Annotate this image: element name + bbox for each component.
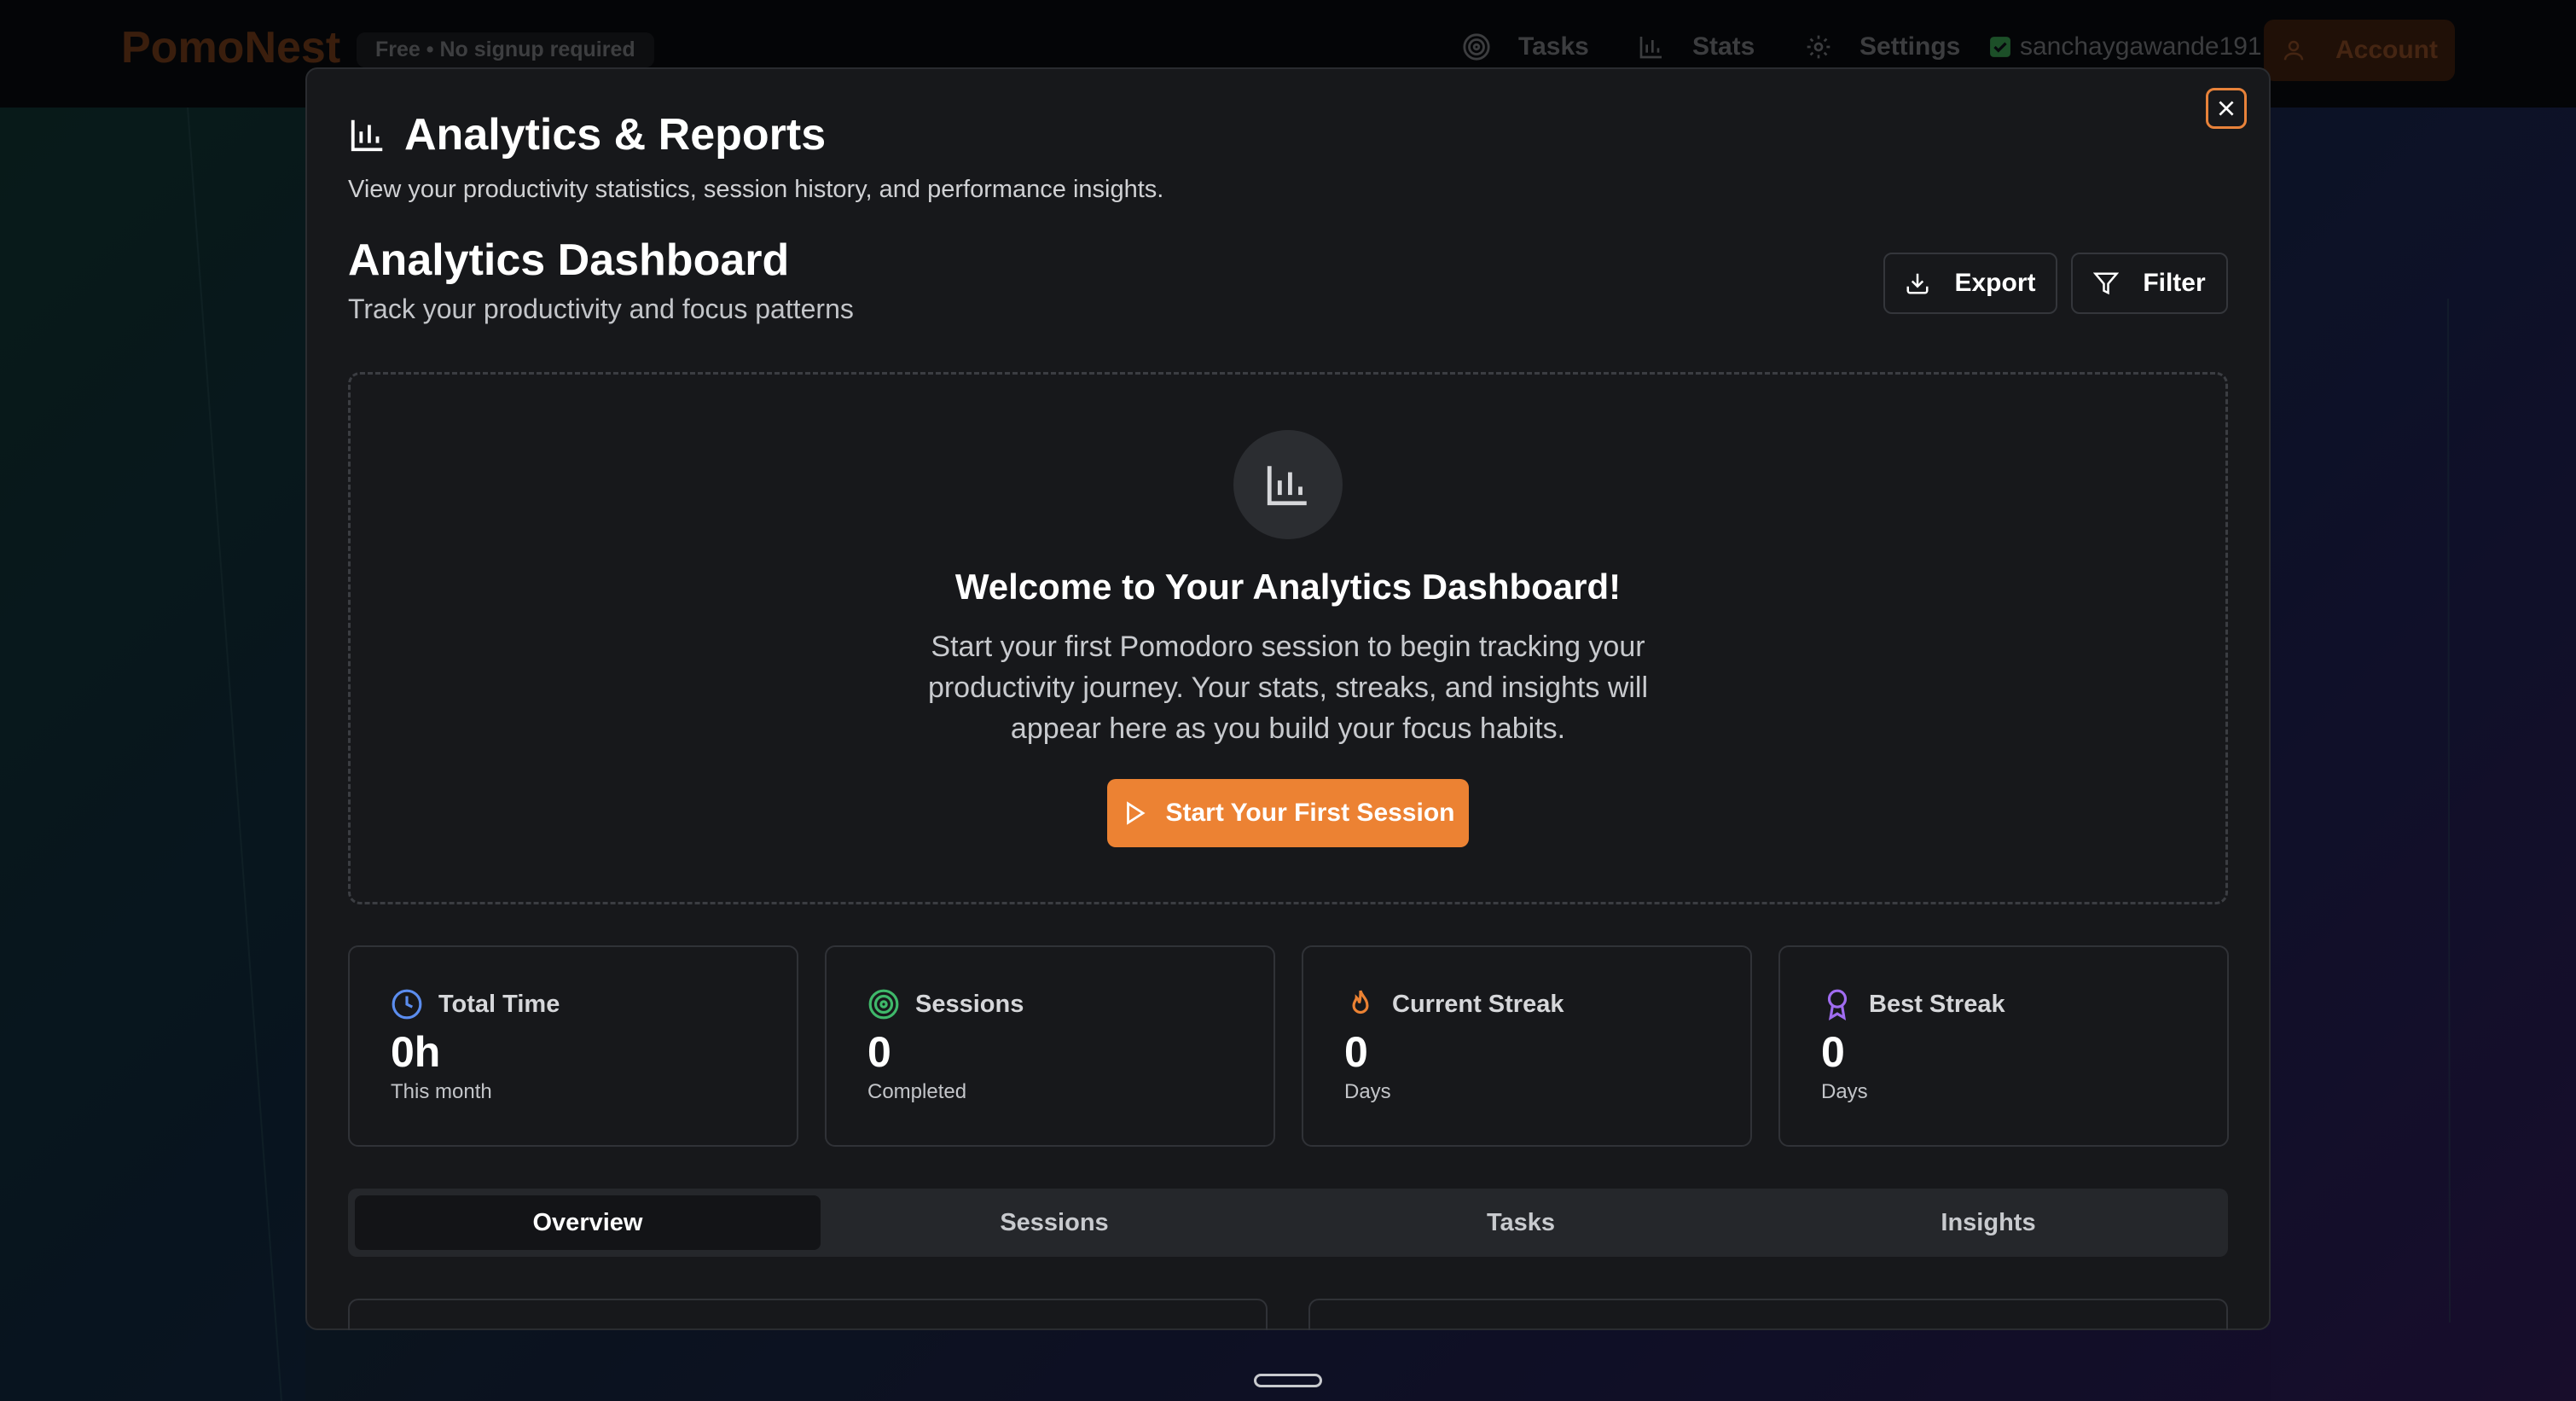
stat-caption: Days (1344, 1080, 1391, 1103)
stat-value: 0 (1344, 1028, 1368, 1076)
flame-icon (1352, 990, 1369, 1014)
export-label: Export (1954, 269, 2036, 297)
stat-card-header: Sessions (867, 988, 1024, 1020)
tab-sessions[interactable]: Sessions (821, 1195, 1287, 1250)
stat-label: Total Time (438, 990, 560, 1018)
start-first-session-button[interactable]: Start Your First Session (1107, 779, 1469, 847)
scroll-handle[interactable] (1254, 1374, 1322, 1387)
stat-card-current-streak: Current Streak 0 Days (1302, 945, 1752, 1147)
modal-bottom-mask-dim (305, 1330, 2271, 1401)
welcome-title: Welcome to Your Analytics Dashboard! (954, 567, 1622, 607)
welcome-text: Start your first Pomodoro session to beg… (927, 631, 1649, 745)
stat-caption: Completed (867, 1080, 967, 1103)
tab-insights[interactable]: Insights (1755, 1195, 2221, 1250)
stat-card-header: Total Time (391, 988, 560, 1020)
stat-card-header: Best Streak (1821, 988, 2005, 1020)
stat-caption: Days (1821, 1080, 1868, 1103)
close-button[interactable] (2206, 88, 2247, 129)
welcome-icon-circle (1233, 430, 1343, 539)
stat-caption: This month (391, 1080, 492, 1103)
filter-button[interactable]: Filter (2071, 253, 2228, 314)
bar-chart-icon (351, 119, 383, 152)
analytics-tabs: Overview Sessions Tasks Insights (348, 1189, 2228, 1257)
tab-overview[interactable]: Overview (355, 1195, 821, 1250)
play-icon (1126, 801, 1146, 825)
stat-label: Current Streak (1392, 990, 1564, 1018)
modal-subtitle: View your productivity statistics, sessi… (348, 176, 1164, 203)
modal-title: Analytics & Reports (348, 109, 826, 160)
download-icon (1906, 273, 1929, 294)
stat-card-total-time: Total Time 0h This month (348, 945, 798, 1147)
close-icon (2219, 101, 2234, 116)
filter-icon (2093, 272, 2120, 295)
clock-icon (392, 989, 422, 1020)
stat-label: Best Streak (1869, 990, 2005, 1018)
stat-card-header: Current Streak (1344, 988, 1564, 1020)
export-button[interactable]: Export (1883, 253, 2057, 314)
award-icon (1827, 989, 1848, 1020)
stat-value: 0 (867, 1028, 891, 1076)
filter-label: Filter (2143, 269, 2206, 297)
stat-card-sessions: Sessions 0 Completed (825, 945, 1275, 1147)
stat-value: 0 (1821, 1028, 1845, 1076)
tab-tasks[interactable]: Tasks (1288, 1195, 1754, 1250)
modal-title-text: Analytics & Reports (404, 110, 827, 160)
target-icon (868, 989, 899, 1020)
stat-card-best-streak: Best Streak 0 Days (1778, 945, 2229, 1147)
dashboard-title: Analytics Dashboard (348, 235, 790, 285)
stat-value: 0h (391, 1028, 441, 1076)
bar-chart-icon (1267, 466, 1307, 506)
start-first-session-label: Start Your First Session (1165, 799, 1455, 827)
dashboard-subtitle: Track your productivity and focus patter… (348, 294, 854, 324)
stat-label: Sessions (915, 990, 1024, 1018)
